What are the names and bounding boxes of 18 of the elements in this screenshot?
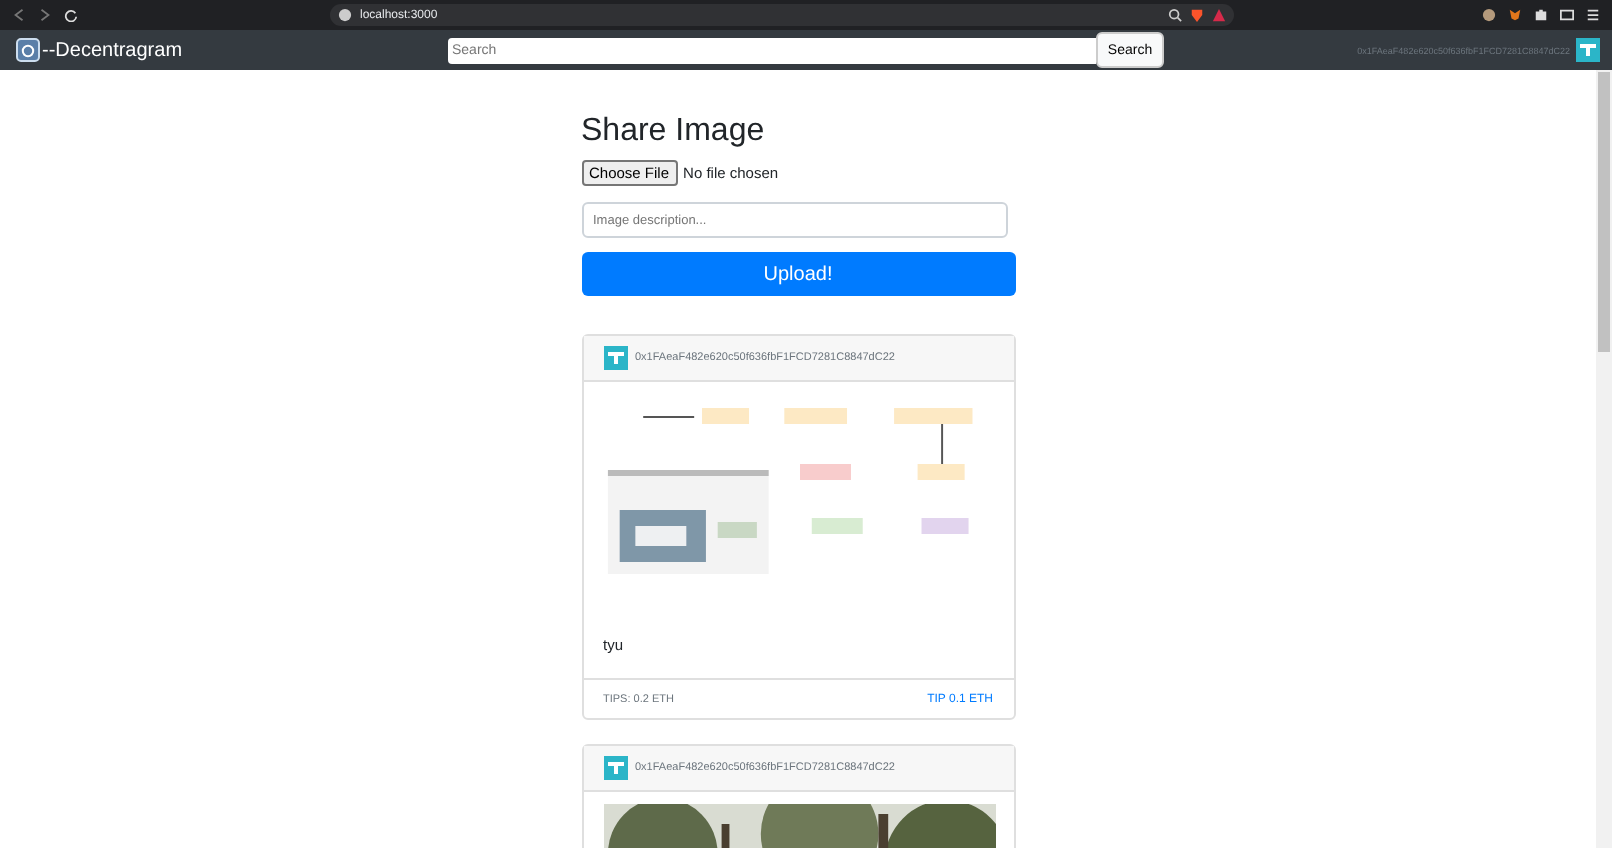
back-icon[interactable] xyxy=(12,8,26,22)
menu-icon[interactable] xyxy=(1586,8,1600,22)
profile-icon[interactable] xyxy=(1482,8,1496,22)
zoom-icon[interactable] xyxy=(1168,8,1182,22)
brand-title[interactable]: --Decentragram xyxy=(42,39,448,61)
info-icon xyxy=(338,8,352,22)
camera-icon xyxy=(16,38,40,62)
identicon-icon xyxy=(603,756,627,780)
scrollbar-thumb[interactable] xyxy=(1598,72,1610,352)
upload-button[interactable]: Upload! xyxy=(581,252,1015,296)
identicon-icon xyxy=(603,346,627,370)
reload-icon[interactable] xyxy=(64,8,78,22)
fox-icon[interactable] xyxy=(1508,8,1522,22)
identicon-icon xyxy=(1576,38,1600,62)
form-title: Share Image xyxy=(581,114,767,152)
shield-icon[interactable] xyxy=(1190,8,1204,22)
triangle-icon[interactable] xyxy=(1212,8,1226,22)
forward-icon[interactable] xyxy=(38,8,52,22)
